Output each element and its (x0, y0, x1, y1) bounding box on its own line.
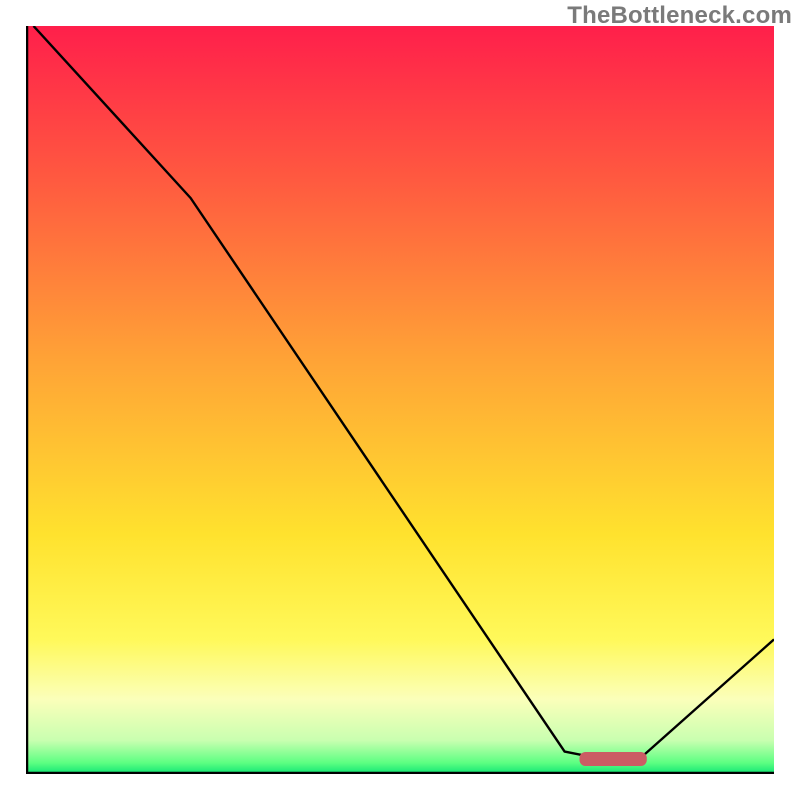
gradient-background (26, 26, 774, 774)
chart-container: TheBottleneck.com (0, 0, 800, 800)
optimal-marker (580, 752, 647, 766)
plot-area (26, 26, 774, 774)
